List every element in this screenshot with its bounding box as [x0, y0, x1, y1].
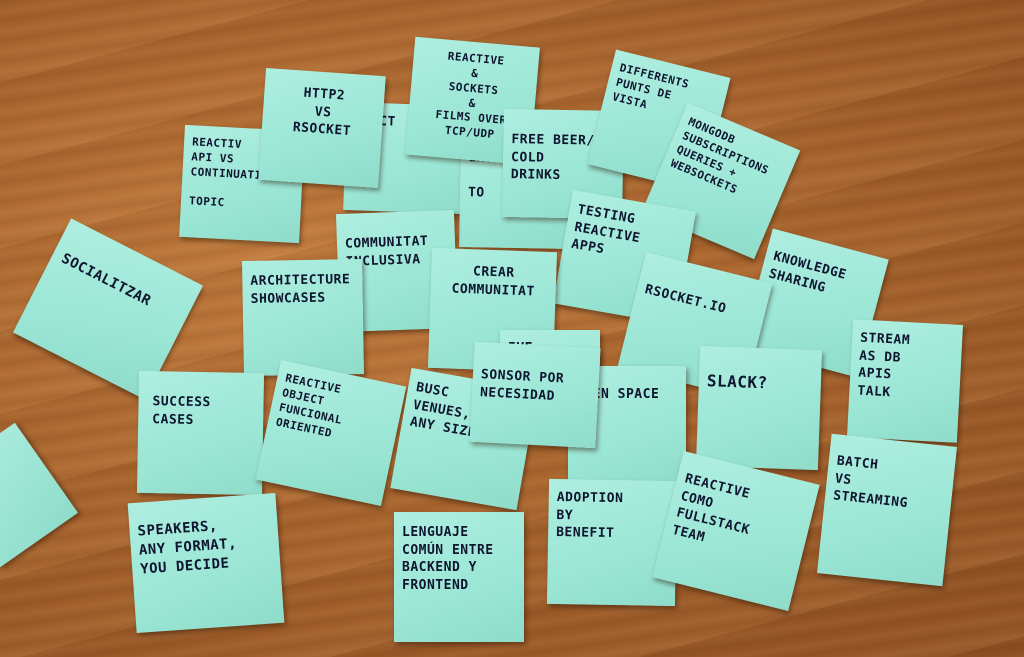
- sticky-note-adoption: ADOPTION BY BENEFIT: [546, 478, 678, 607]
- sticky-note-speakers: SPEAKERS, ANY FORMAT, YOU DECIDE: [127, 492, 285, 634]
- wooden-table: SOCIALITZAR SPECT REACTIV API VS CONTINU…: [0, 0, 1024, 657]
- sticky-note-sonsor: SONSOR POR NECESIDAD: [469, 341, 601, 449]
- sticky-note-slack: SLACK?: [695, 345, 823, 471]
- sticky-note-reactive-oo: REACTIVE OBJECT FUNCIONAL ORIENTED: [255, 360, 407, 506]
- sticky-note-edge: [0, 422, 78, 568]
- sticky-note-lenguaje: LENGUAJE COMÚN ENTRE BACKEND Y FRONTEND: [394, 512, 524, 642]
- sticky-note-stream-db: STREAM AS DB APIS TALK: [846, 319, 964, 443]
- sticky-note-http2: HTTP2 VS RSOCKET: [258, 67, 386, 189]
- sticky-note-batch: BATCH VS STREAMING: [817, 433, 957, 587]
- sticky-note-architecture: ARCHITECTURE SHOWCASES: [242, 258, 364, 377]
- sticky-note-success: SUCCESS CASES: [136, 370, 265, 496]
- sticky-note-reactive-fullstack: REACTIVE COMO FULLSTACK TEAM: [652, 450, 820, 612]
